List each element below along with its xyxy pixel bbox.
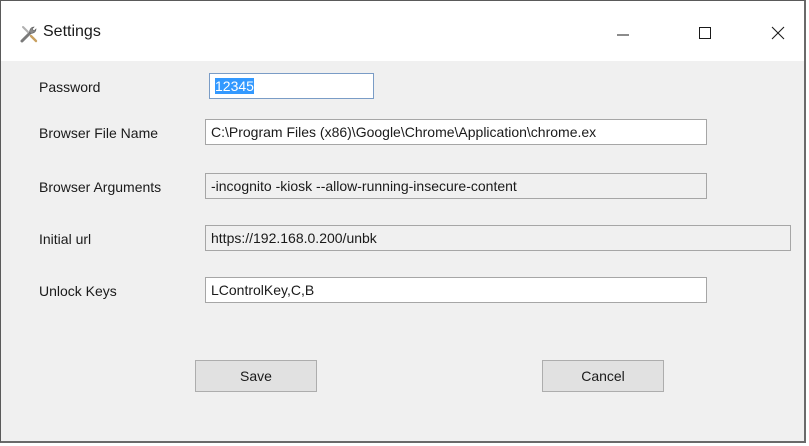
unlock-keys-field[interactable]: LControlKey,C,B xyxy=(205,277,707,303)
initial-url-field[interactable]: https://192.168.0.200/unbk xyxy=(205,225,791,251)
maximize-button[interactable] xyxy=(682,13,728,53)
browser-arguments-label: Browser Arguments xyxy=(39,179,162,195)
password-field[interactable]: 12345 xyxy=(209,73,374,99)
browser-file-name-field[interactable]: C:\Program Files (x86)\Google\Chrome\App… xyxy=(205,119,707,145)
browser-arguments-field[interactable]: -incognito -kiosk --allow-running-insecu… xyxy=(205,173,707,199)
close-button[interactable] xyxy=(755,13,801,53)
initial-url-label: Initial url xyxy=(39,231,92,247)
password-value: 12345 xyxy=(215,78,254,94)
password-label: Password xyxy=(39,79,101,95)
settings-window: Settings Password 12345 Browser File Nam… xyxy=(0,0,806,443)
maximize-icon xyxy=(699,27,711,39)
cancel-button[interactable]: Cancel xyxy=(542,360,664,392)
window-title: Settings xyxy=(43,23,101,40)
minimize-icon xyxy=(617,34,629,36)
tools-icon xyxy=(19,24,39,44)
save-button[interactable]: Save xyxy=(195,360,317,392)
browser-file-name-label: Browser File Name xyxy=(39,125,159,141)
minimize-button[interactable] xyxy=(600,13,646,53)
settings-form: Password 12345 Browser File Name C:\Prog… xyxy=(1,61,804,441)
close-icon xyxy=(771,26,785,40)
title-bar[interactable]: Settings xyxy=(1,1,804,61)
unlock-keys-label: Unlock Keys xyxy=(39,283,117,299)
